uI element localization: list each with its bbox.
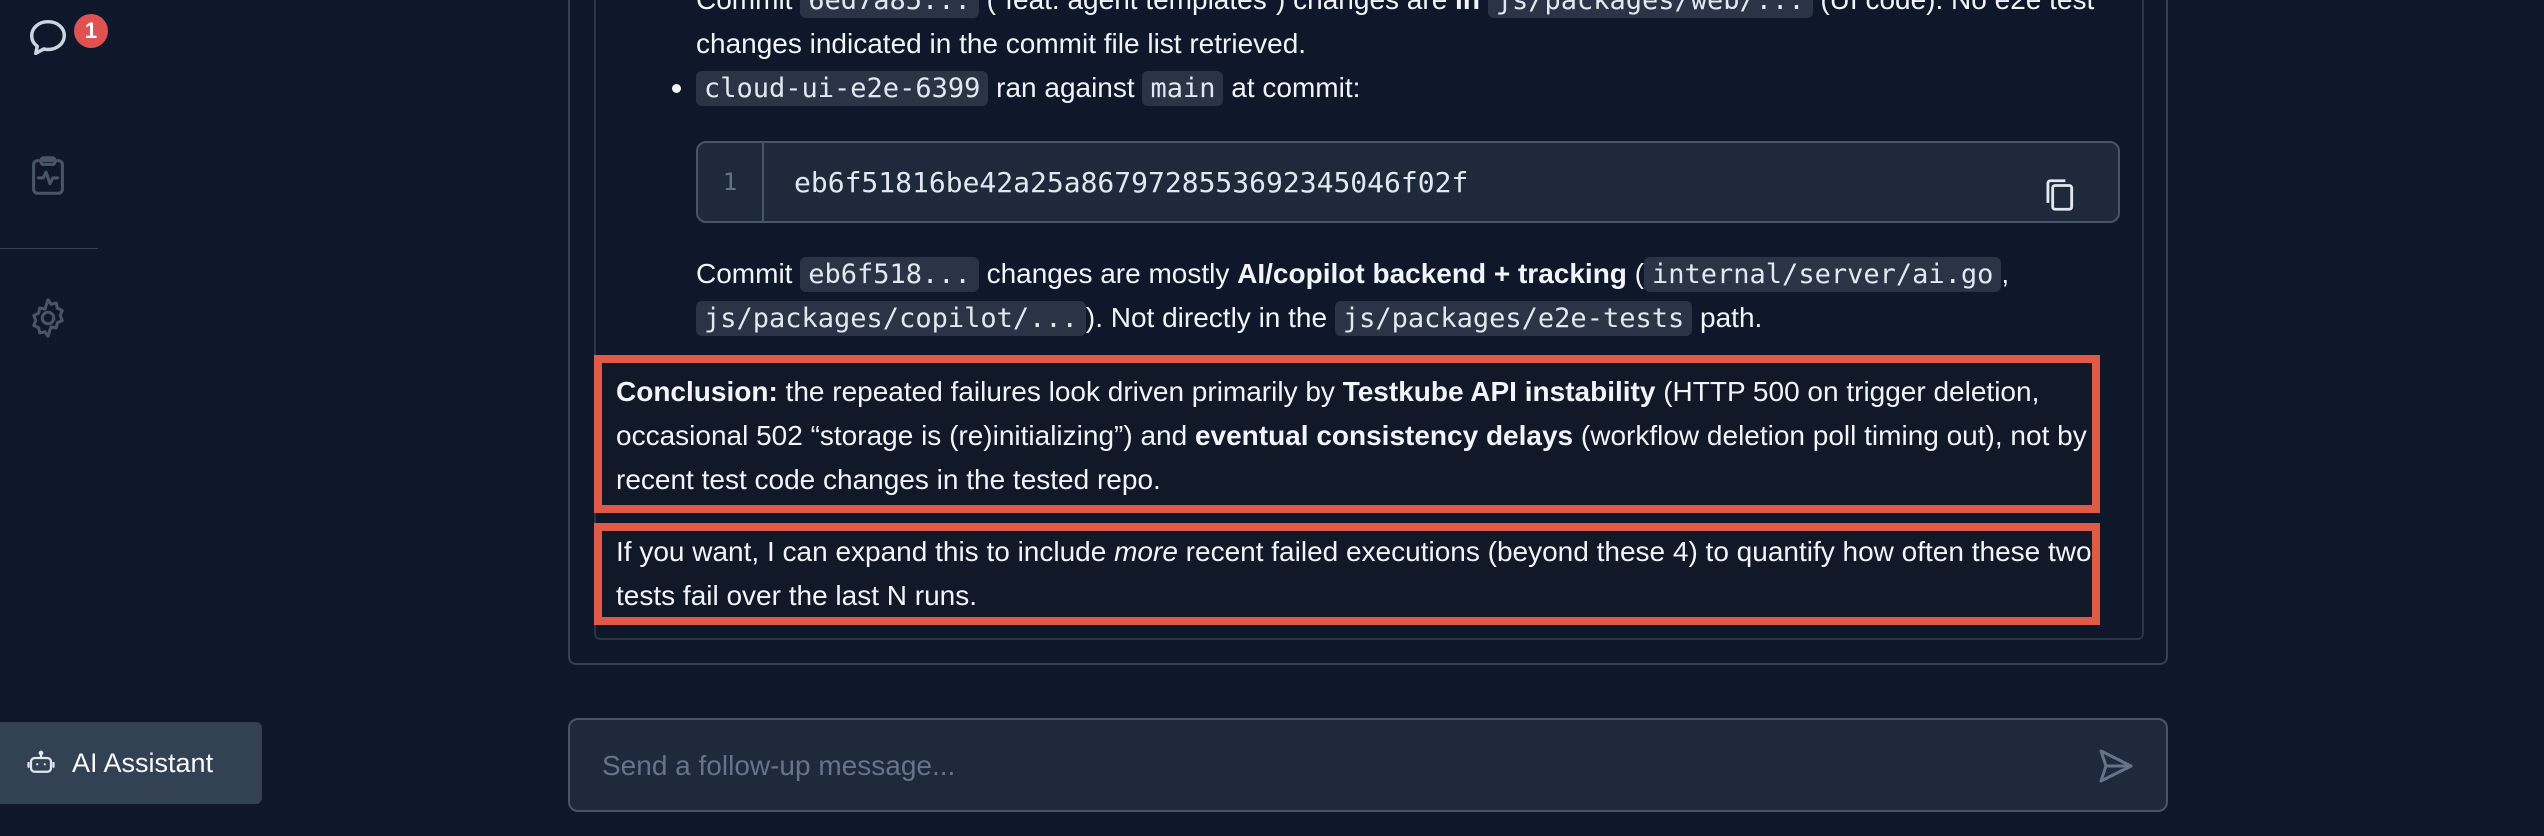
text: , xyxy=(2001,258,2010,289)
text: at commit: xyxy=(1223,72,1361,103)
conclusion-line3: recent test code changes in the tested r… xyxy=(616,464,1161,495)
code-text[interactable]: eb6f51816be42a25a8679728553692345046f02f xyxy=(794,143,1468,221)
text-bold: eventual consistency delays xyxy=(1194,420,1574,451)
followup-line1: If you want, I can expand this to includ… xyxy=(616,530,2092,574)
text: occasional 502 “storage is (re)initializ… xyxy=(616,420,1195,451)
message-line-top: Commit 6ed7a85... (“feat: agent template… xyxy=(696,0,2094,23)
text: (workflow deletion poll timing out), not… xyxy=(1573,420,2087,451)
bullet-item: cloud-ui-e2e-6399 ran against main at co… xyxy=(696,66,1360,111)
followup-line2: tests fail over the last N runs. xyxy=(616,580,978,611)
text: Commit xyxy=(696,258,801,289)
monitor-button[interactable] xyxy=(20,148,76,204)
rail-divider xyxy=(0,248,98,249)
chat-bubble-icon xyxy=(29,19,67,56)
path-code: js/packages/copilot/... xyxy=(696,301,1086,336)
text-bold: AI/copilot backend + tracking xyxy=(1237,258,1627,289)
conclusion-line1: Conclusion: the repeated failures look d… xyxy=(616,370,2039,414)
ai-assistant-label: AI Assistant xyxy=(72,747,214,778)
text: path. xyxy=(1692,302,1763,333)
app-root: 1 AI Assistant 6ed7a85... js/packages/we… xyxy=(0,0,2544,836)
robot-icon xyxy=(27,750,55,773)
gear-icon xyxy=(32,298,64,338)
copy-icon xyxy=(2046,179,2074,211)
path-code: js/packages/e2e-tests xyxy=(1334,301,1693,336)
send-icon xyxy=(2099,749,2133,783)
commit-code: 6ed7a85... xyxy=(800,0,979,18)
text: If you want, I can expand this to includ… xyxy=(616,536,1115,567)
text: the repeated failures look driven primar… xyxy=(777,376,1343,407)
text: ( xyxy=(1626,258,1645,289)
ai-assistant-button[interactable]: AI Assistant xyxy=(0,722,262,804)
commit-code: eb6f518... xyxy=(800,257,979,292)
copy-button[interactable] xyxy=(2040,175,2078,215)
code-block: 1 eb6f51816be42a25a8679728553692345046f0… xyxy=(696,141,2120,223)
message-line: changes indicated in the commit file lis… xyxy=(696,28,1307,59)
notification-badge: 1 xyxy=(74,14,108,48)
conclusion-label: Conclusion: xyxy=(616,376,778,407)
text: (“feat: agent templates”) changes are xyxy=(979,0,1455,15)
text-italic: more xyxy=(1114,536,1178,567)
path-code: internal/server/ai.go xyxy=(1644,257,2002,292)
conclusion-line2: occasional 502 “storage is (re)initializ… xyxy=(616,414,2087,458)
line-number: 1 xyxy=(698,143,764,221)
follow-up-input[interactable] xyxy=(600,720,2044,812)
text: changes are mostly xyxy=(978,258,1238,289)
text: (UI code). No e2e test xyxy=(1813,0,2094,15)
bullet-dot xyxy=(672,84,681,93)
text: ). Not directly in the xyxy=(1085,302,1335,333)
clipboard-pulse-icon xyxy=(32,156,64,195)
message-input-container xyxy=(568,718,2168,812)
repo-code: cloud-ui-e2e-6399 xyxy=(696,71,989,106)
text-bold: Testkube API instability xyxy=(1342,376,1656,407)
text: (HTTP 500 on trigger deletion, xyxy=(1655,376,2040,407)
left-rail: 1 AI Assistant xyxy=(0,0,262,836)
send-button[interactable] xyxy=(2096,746,2136,786)
text: Commit xyxy=(696,0,800,15)
text: ran against xyxy=(988,72,1143,103)
commit-summary-line1: Commit eb6f518... changes are mostly AI/… xyxy=(696,252,2009,297)
text: recent failed executions (beyond these 4… xyxy=(1177,536,2092,567)
text-bold: in xyxy=(1455,0,1480,15)
branch-code: main xyxy=(1142,71,1224,106)
commit-summary-line2: js/packages/copilot/...). Not directly i… xyxy=(696,296,1762,341)
path-code: js/packages/web/... xyxy=(1487,0,1813,18)
chat-button[interactable]: 1 xyxy=(20,10,108,66)
settings-button[interactable] xyxy=(20,290,76,346)
